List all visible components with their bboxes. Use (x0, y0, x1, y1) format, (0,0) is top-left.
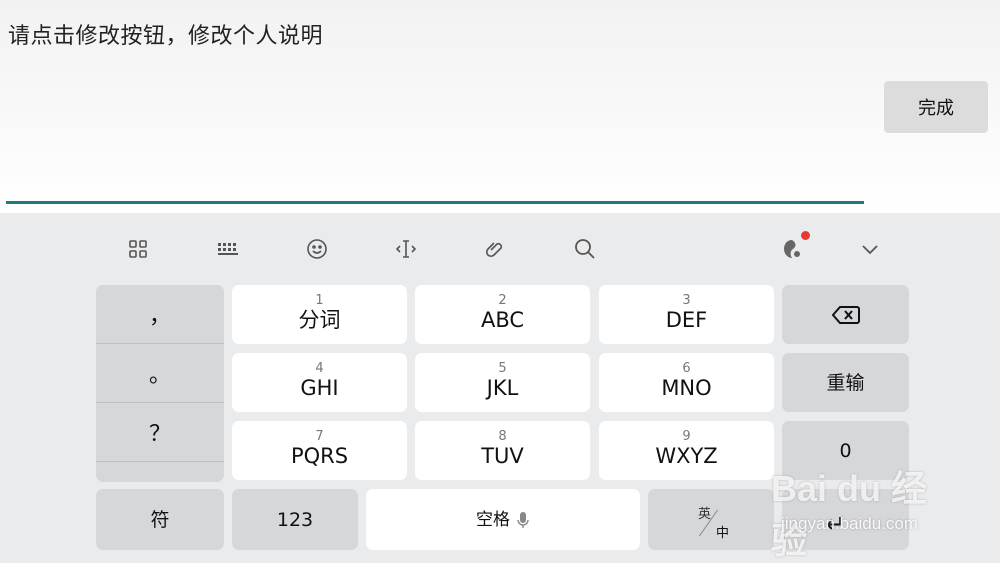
key-7[interactable]: 7 PQRS (232, 421, 407, 480)
symbol-key[interactable]: 符 (96, 489, 224, 550)
microphone-icon (517, 511, 529, 528)
edit-area: 请点击修改按钮，修改个人说明 完成 (0, 0, 1000, 213)
input-underline (6, 201, 864, 204)
punct-comma[interactable]: ， (96, 285, 224, 344)
key-3[interactable]: 3 DEF (599, 285, 774, 344)
ime-logo-icon[interactable] (772, 231, 812, 267)
done-button[interactable]: 完成 (884, 81, 988, 133)
punct-empty[interactable] (96, 462, 224, 482)
punct-period[interactable]: 。 (96, 344, 224, 403)
clipboard-icon[interactable] (475, 231, 515, 267)
cursor-icon[interactable] (386, 231, 426, 267)
description-text[interactable]: 请点击修改按钮，修改个人说明 (8, 18, 323, 50)
punctuation-column: ， 。 ？ (96, 285, 224, 482)
punct-question[interactable]: ？ (96, 403, 224, 462)
space-key[interactable]: 空格 (366, 489, 640, 550)
backspace-key[interactable] (782, 285, 909, 344)
key-2[interactable]: 2 ABC (415, 285, 590, 344)
key-6[interactable]: 6 MNO (599, 353, 774, 412)
grid-icon[interactable] (118, 231, 158, 267)
reenter-key[interactable]: 重输 (782, 353, 909, 412)
backspace-icon (831, 305, 860, 324)
language-switch-key[interactable]: 英 中 (648, 489, 774, 550)
key-4[interactable]: 4 GHI (232, 353, 407, 412)
search-icon[interactable] (565, 231, 605, 267)
zero-key[interactable]: 0 (782, 421, 909, 480)
keyboard-layout-icon[interactable] (208, 231, 248, 267)
enter-icon: ↵ (825, 509, 846, 538)
key-5[interactable]: 5 JKL (415, 353, 590, 412)
enter-key[interactable]: ↵ (782, 489, 909, 550)
soft-keyboard: ， 。 ？ 1 分词 2 ABC 3 DEF 4 GHI 5 JKL 6 MNO… (0, 213, 1000, 563)
key-9[interactable]: 9 WXYZ (599, 421, 774, 480)
key-8[interactable]: 8 TUV (415, 421, 590, 480)
emoji-icon[interactable] (297, 231, 337, 267)
collapse-icon[interactable] (850, 231, 890, 267)
key-1[interactable]: 1 分词 (232, 285, 407, 344)
notification-badge (801, 231, 810, 240)
numeric-key[interactable]: 123 (232, 489, 358, 550)
